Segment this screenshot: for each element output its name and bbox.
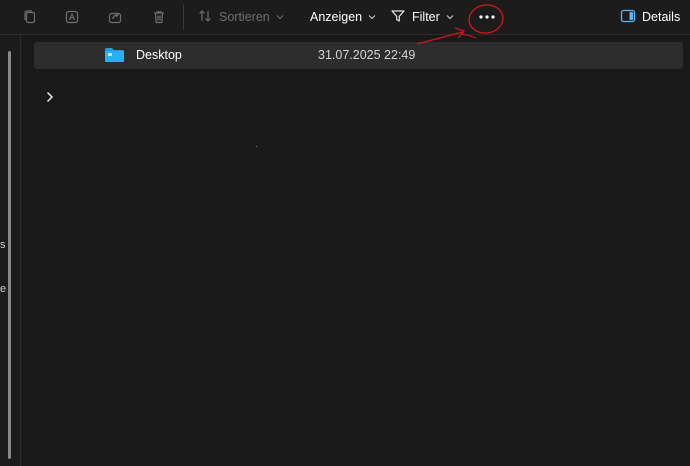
trash-icon[interactable] bbox=[146, 5, 172, 29]
more-ellipsis-icon[interactable] bbox=[474, 5, 500, 29]
navigation-pane-edge: s e bbox=[0, 35, 21, 466]
red-annotation bbox=[416, 4, 504, 45]
sort-button[interactable]: Sortieren bbox=[197, 5, 284, 29]
chevron-down-icon bbox=[276, 14, 284, 20]
share-icon[interactable] bbox=[102, 5, 128, 29]
view-label: Anzeigen bbox=[310, 10, 363, 24]
folder-icon bbox=[104, 47, 125, 68]
filter-button[interactable]: Filter bbox=[390, 5, 454, 29]
toolbar-separator bbox=[183, 4, 184, 30]
list-item[interactable]: Desktop 31.07.2025 22:49 bbox=[34, 42, 683, 69]
sort-icon bbox=[197, 8, 213, 27]
stray-pixel bbox=[256, 146, 257, 147]
toolbar-divider bbox=[0, 34, 690, 35]
details-pane-icon bbox=[620, 8, 636, 27]
clipped-text-fragment: e bbox=[0, 283, 7, 295]
chevron-down-icon bbox=[446, 14, 454, 20]
scrollbar[interactable] bbox=[8, 51, 11, 459]
details-label: Details bbox=[642, 10, 681, 24]
clipped-text-fragment: s bbox=[0, 239, 6, 251]
chevron-down-icon bbox=[368, 14, 376, 20]
modified-date: 31.07.2025 22:49 bbox=[318, 48, 416, 62]
view-button[interactable]: Anzeigen bbox=[310, 5, 376, 29]
details-button[interactable]: Details bbox=[620, 5, 680, 29]
command-bar: Sortieren Anzeigen Filter Details bbox=[0, 0, 690, 34]
copy-icon[interactable] bbox=[17, 5, 43, 29]
sort-label: Sortieren bbox=[219, 10, 270, 24]
filter-icon bbox=[390, 8, 406, 27]
rename-icon[interactable] bbox=[59, 5, 85, 29]
chevron-right-icon[interactable] bbox=[44, 90, 56, 104]
file-name: Desktop bbox=[136, 48, 182, 62]
filter-label: Filter bbox=[412, 10, 440, 24]
